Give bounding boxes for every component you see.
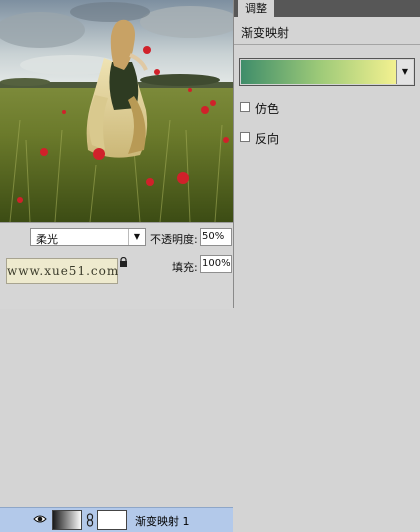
blend-mode-row: 柔光 ▼ 不透明度: 50% [30,228,232,248]
layer-thumbnail[interactable] [52,510,82,530]
opacity-label: 不透明度: [150,233,198,246]
chain-icon[interactable] [86,513,94,527]
layer-mask-thumbnail[interactable] [97,510,127,530]
document-canvas[interactable] [0,0,233,222]
blend-mode-value: 柔光 [36,233,58,246]
dither-label: 仿色 [255,102,280,116]
gradient-picker[interactable]: ▼ [239,58,415,86]
tab-adjustments[interactable]: 调整 [238,0,274,17]
layer-name[interactable]: 渐变映射 1 [135,513,190,529]
divider [234,44,420,45]
fill-label: 填充: [172,261,198,274]
fill-input[interactable]: 100% [200,255,232,273]
reverse-label: 反向 [255,132,280,146]
dropdown-arrow-icon[interactable]: ▼ [128,229,145,245]
dropdown-arrow-icon[interactable]: ▼ [396,60,413,84]
adjustments-panel: 调整 渐变映射 ▼ 仿色 反向 [233,0,420,308]
layer-row-gradient-map[interactable]: 渐变映射 1 [0,507,233,532]
eye-icon[interactable] [33,513,47,525]
reverse-checkbox[interactable] [240,132,250,142]
panel-title: 渐变映射 [241,26,290,40]
dither-checkbox[interactable] [240,102,250,112]
lock-icon[interactable] [119,257,128,267]
blend-mode-select[interactable]: 柔光 ▼ [30,228,146,246]
site-watermark: www.xue51.com [6,258,118,284]
field-photo [0,0,233,222]
gradient-preview[interactable] [241,60,396,84]
opacity-input[interactable]: 50% [200,228,232,246]
panel-tab-bar: 调整 [234,0,420,17]
